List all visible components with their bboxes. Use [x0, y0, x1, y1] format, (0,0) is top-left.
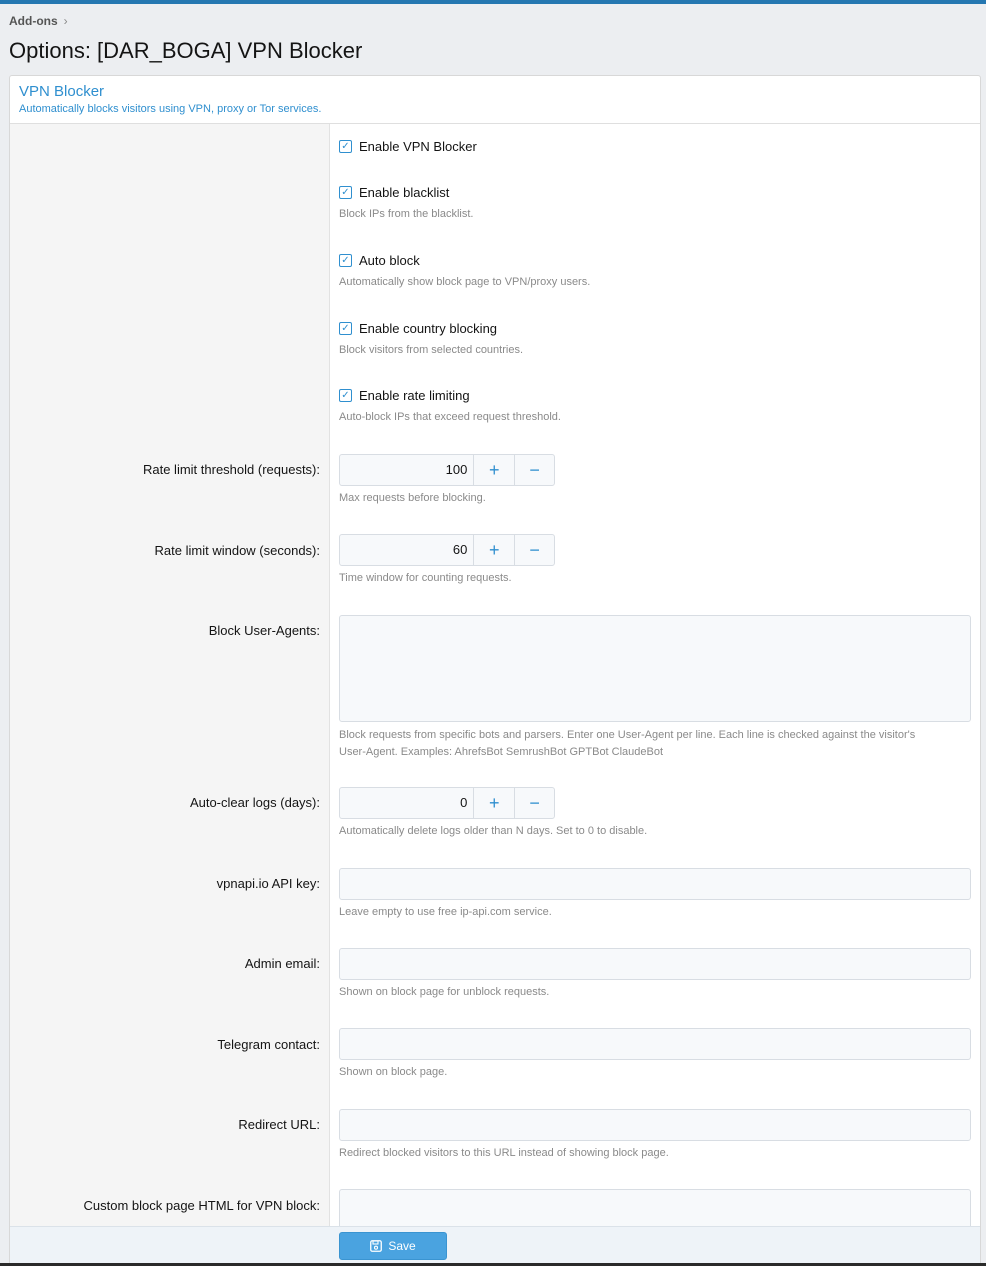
api-key-input[interactable] [339, 868, 971, 900]
rate-limiting-option: ✓ Enable rate limiting Auto-block IPs th… [339, 388, 561, 426]
checkbox-checked-icon[interactable]: ✓ [339, 140, 352, 153]
panel-title: VPN Blocker [19, 83, 105, 100]
admin-email-input[interactable] [339, 948, 971, 980]
rate-threshold-label: Rate limit threshold (requests): [142, 462, 320, 477]
redirect-url-field: Redirect blocked visitors to this URL in… [339, 1109, 971, 1162]
rate-window-label: Rate limit window (seconds): [154, 543, 320, 558]
option-hint: Time window for counting requests. [339, 572, 512, 584]
checkbox-label: Enable country blocking [359, 321, 498, 336]
telegram-contact-input[interactable] [339, 1028, 971, 1060]
auto-clear-logs-stepper: 0 + − [339, 787, 555, 819]
checkbox-label: Enable blacklist [359, 185, 450, 200]
option-hint: Leave empty to use free ip-api.com servi… [339, 906, 552, 918]
block-user-agents-field: Block requests from specific bots and pa… [339, 615, 971, 761]
admin-email-label: Admin email: [244, 956, 320, 971]
checkbox-checked-icon[interactable]: ✓ [339, 322, 352, 335]
rate-window-stepper: 60 + − [339, 534, 555, 566]
increment-button[interactable]: + [474, 455, 514, 485]
option-hint: Shown on block page. [339, 1066, 448, 1078]
decrement-button[interactable]: − [514, 535, 554, 565]
rate-threshold-field: 100 + − Max requests before blocking. [339, 454, 555, 507]
checkbox-label: Auto block [359, 253, 420, 268]
block-user-agents-textarea[interactable] [339, 615, 971, 722]
top-accent-bar [0, 0, 986, 4]
form-footer: Save [10, 1226, 980, 1266]
option-hint: Auto-block IPs that exceed request thres… [339, 411, 561, 423]
country-blocking-option: ✓ Enable country blocking Block visitors… [339, 321, 523, 359]
rate-threshold-input[interactable]: 100 [340, 455, 475, 485]
increment-button[interactable]: + [474, 788, 514, 818]
auto-clear-logs-label: Auto-clear logs (days): [189, 795, 320, 810]
checkbox-label: Enable rate limiting [359, 388, 470, 403]
form-body: ✓ Enable VPN Blocker ✓ Enable blacklist … [10, 124, 980, 1266]
rate-window-field: 60 + − Time window for counting requests… [339, 534, 555, 587]
checkbox-checked-icon[interactable]: ✓ [339, 254, 352, 267]
option-hint-line: Block requests from specific bots and pa… [339, 729, 916, 741]
checkbox-checked-icon[interactable]: ✓ [339, 186, 352, 199]
option-hint: Max requests before blocking. [339, 492, 486, 504]
label-column [10, 124, 330, 1226]
enable-vpn-blocker-checkbox[interactable]: ✓ Enable VPN Blocker [339, 139, 477, 154]
redirect-url-label: Redirect URL: [238, 1117, 320, 1132]
decrement-button[interactable]: − [514, 788, 554, 818]
custom-html-label: Custom block page HTML for VPN block: [83, 1198, 321, 1213]
rate-limiting-checkbox[interactable]: ✓ Enable rate limiting [339, 388, 561, 403]
redirect-url-input[interactable] [339, 1109, 971, 1141]
option-hint: Shown on block page for unblock requests… [339, 986, 550, 998]
enable-vpn-blocker-option: ✓ Enable VPN Blocker [339, 139, 477, 154]
options-panel: VPN Blocker Automatically blocks visitor… [9, 75, 981, 1266]
telegram-contact-field: Shown on block page. [339, 1028, 971, 1081]
telegram-contact-label: Telegram contact: [217, 1037, 320, 1052]
checkbox-checked-icon[interactable]: ✓ [339, 389, 352, 402]
auto-block-checkbox[interactable]: ✓ Auto block [339, 253, 590, 268]
increment-button[interactable]: + [474, 535, 514, 565]
save-button-label: Save [388, 1239, 416, 1253]
page-title: Options: [DAR_BOGA] VPN Blocker [9, 38, 363, 63]
panel-description: Automatically blocks visitors using VPN,… [19, 103, 322, 115]
api-key-label: vpnapi.io API key: [216, 876, 320, 891]
option-hint: Block IPs from the blacklist. [339, 208, 474, 220]
option-hint: Block visitors from selected countries. [339, 344, 524, 356]
rate-threshold-stepper: 100 + − [339, 454, 555, 486]
save-icon [370, 1240, 383, 1252]
enable-blacklist-option: ✓ Enable blacklist Block IPs from the bl… [339, 185, 474, 223]
breadcrumb: Add-ons › [9, 14, 68, 28]
option-hint: Automatically delete logs older than N d… [339, 825, 648, 837]
admin-email-field: Shown on block page for unblock requests… [339, 948, 971, 1001]
block-user-agents-label: Block User-Agents: [208, 623, 320, 638]
panel-header: VPN Blocker Automatically blocks visitor… [10, 76, 980, 124]
option-hint: Redirect blocked visitors to this URL in… [339, 1147, 669, 1159]
country-blocking-checkbox[interactable]: ✓ Enable country blocking [339, 321, 523, 336]
breadcrumb-item-addons[interactable]: Add-ons [9, 14, 58, 28]
decrement-button[interactable]: − [514, 455, 554, 485]
option-hint: Block requests from specific bots and pa… [339, 727, 971, 761]
chevron-right-icon: › [63, 14, 68, 28]
option-hint: Automatically show block page to VPN/pro… [339, 276, 591, 288]
option-hint-line: User-Agent. Examples: AhrefsBot SemrushB… [339, 746, 664, 758]
checkbox-label: Enable VPN Blocker [359, 139, 477, 154]
auto-block-option: ✓ Auto block Automatically show block pa… [339, 253, 590, 291]
save-button[interactable]: Save [339, 1232, 447, 1260]
auto-clear-logs-input[interactable]: 0 [340, 788, 475, 818]
auto-clear-logs-field: 0 + − Automatically delete logs older th… [339, 787, 647, 840]
api-key-field: Leave empty to use free ip-api.com servi… [339, 868, 971, 921]
rate-window-input[interactable]: 60 [340, 535, 475, 565]
enable-blacklist-checkbox[interactable]: ✓ Enable blacklist [339, 185, 474, 200]
